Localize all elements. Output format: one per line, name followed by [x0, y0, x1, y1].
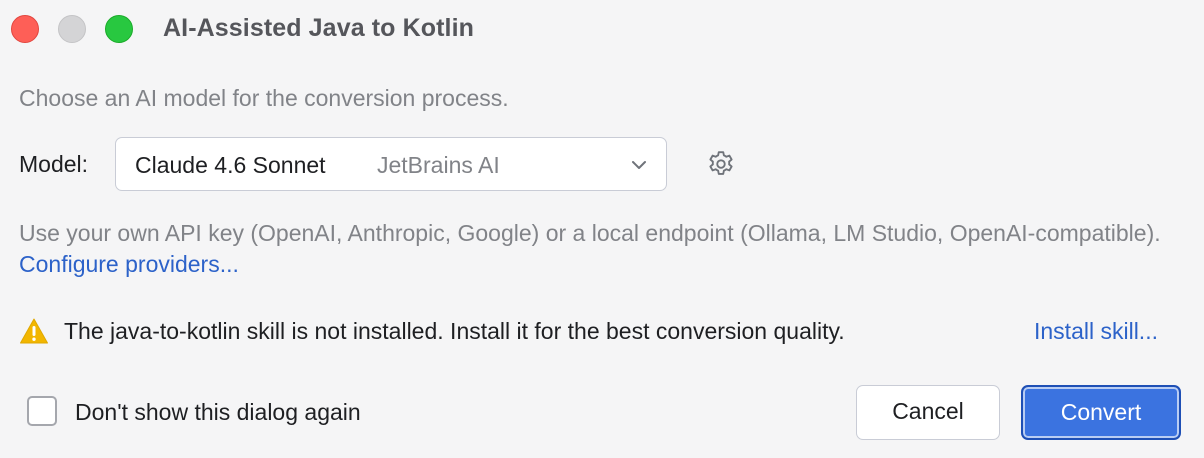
configure-providers-link[interactable]: Configure providers...: [19, 251, 239, 277]
title-bar: AI-Assisted Java to Kotlin: [0, 0, 1204, 60]
api-key-note: Use your own API key (OpenAI, Anthropic,…: [19, 218, 1169, 280]
api-key-note-text: Use your own API key (OpenAI, Anthropic,…: [19, 220, 1161, 246]
dialog-description: Choose an AI model for the conversion pr…: [19, 85, 509, 111]
model-label: Model:: [19, 151, 89, 177]
chevron-down-icon: [632, 161, 646, 169]
convert-button[interactable]: Convert: [1021, 385, 1181, 440]
model-dropdown[interactable]: Claude 4.6 Sonnet JetBrains AI: [115, 137, 667, 191]
install-skill-link[interactable]: Install skill...: [1034, 318, 1158, 345]
skill-warning-text: The java-to-kotlin skill is not installe…: [64, 318, 845, 344]
dont-show-again-label[interactable]: Don't show this dialog again: [75, 399, 361, 426]
minimize-window-button[interactable]: [58, 15, 86, 43]
close-window-button[interactable]: [11, 15, 39, 43]
selected-model-provider: JetBrains AI: [377, 152, 500, 178]
cancel-button[interactable]: Cancel: [856, 385, 1000, 440]
maximize-window-button[interactable]: [105, 15, 133, 43]
warning-icon: [20, 318, 48, 344]
gear-icon[interactable]: [706, 149, 736, 179]
dont-show-again-checkbox[interactable]: [27, 396, 57, 426]
window-title: AI-Assisted Java to Kotlin: [163, 14, 474, 42]
selected-model-name: Claude 4.6 Sonnet: [135, 152, 326, 178]
